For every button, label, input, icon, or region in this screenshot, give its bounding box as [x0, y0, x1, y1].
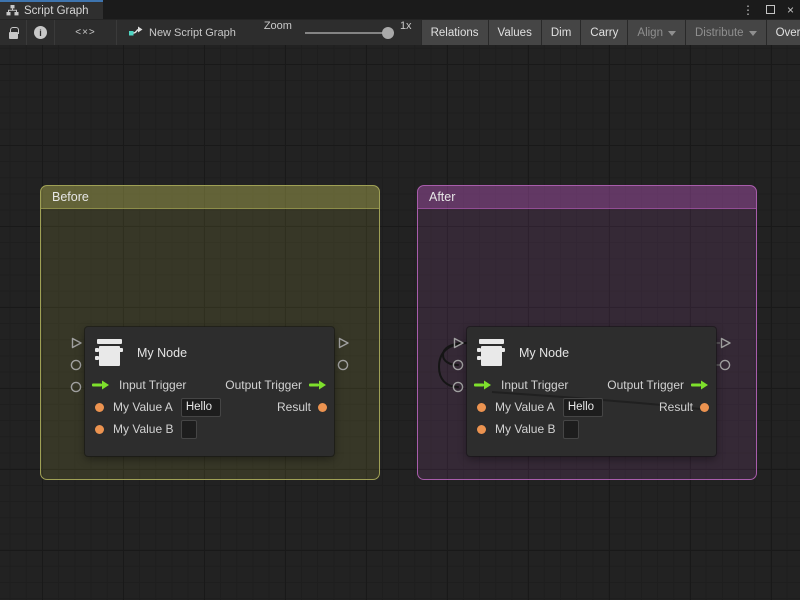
- value-a-label: My Value A: [113, 400, 173, 414]
- external-trigger-port[interactable]: [451, 336, 465, 350]
- info-icon: i: [34, 26, 47, 39]
- toolbar-buttons: Relations Values Dim Carry Align Distrib…: [421, 20, 800, 45]
- input-trigger-label: Input Trigger: [501, 378, 568, 392]
- value-b-port-icon[interactable]: [95, 425, 104, 434]
- align-button[interactable]: Align: [627, 20, 685, 45]
- lock-button[interactable]: [0, 20, 27, 45]
- zoom-label: Zoom: [264, 20, 292, 45]
- external-trigger-port[interactable]: [69, 336, 83, 350]
- port-row: My Value B: [85, 418, 334, 440]
- relations-label: Relations: [431, 27, 479, 39]
- window-controls: ⋮ ×: [742, 0, 794, 19]
- group-after-title: After: [429, 190, 455, 204]
- info-button[interactable]: i: [27, 20, 55, 45]
- group-before-header[interactable]: Before: [41, 186, 379, 209]
- code-view-button[interactable]: <×>: [55, 20, 117, 45]
- result-label: Result: [659, 400, 693, 414]
- port-row: My Value B: [467, 418, 716, 440]
- port-row: My Value A Result: [467, 396, 716, 418]
- chevron-down-icon: [668, 31, 676, 36]
- zoom-slider-handle[interactable]: [382, 27, 394, 39]
- node-rows: Input Trigger Output Trigger My Value A …: [467, 374, 716, 440]
- external-value-port[interactable]: [451, 358, 465, 372]
- external-value-port[interactable]: [336, 358, 350, 372]
- value-a-input[interactable]: [181, 398, 221, 417]
- port-row: My Value A Result: [85, 396, 334, 418]
- result-port-icon[interactable]: [700, 403, 709, 412]
- script-graph-window: Script Graph ⋮ × i <×> New Script Graph …: [0, 0, 800, 600]
- external-trigger-port[interactable]: [336, 336, 350, 350]
- node-title: My Node: [519, 346, 569, 360]
- close-icon[interactable]: ×: [787, 4, 794, 16]
- node-title: My Node: [137, 346, 187, 360]
- chevron-down-icon: [749, 31, 757, 36]
- maximize-icon[interactable]: [766, 5, 775, 14]
- result-label: Result: [277, 400, 311, 414]
- node-header: My Node: [85, 327, 334, 374]
- output-trigger-port-icon[interactable]: [691, 380, 709, 390]
- group-after-header[interactable]: After: [418, 186, 756, 209]
- external-value-port[interactable]: [451, 380, 465, 394]
- node-my-node[interactable]: My Node Input Trigger Output Trigger: [85, 327, 334, 456]
- result-port-icon[interactable]: [318, 403, 327, 412]
- node-my-node[interactable]: My Node Input Trigger Output Trigger: [467, 327, 716, 456]
- node-header: My Node: [467, 327, 716, 374]
- code-icon: <×>: [75, 27, 96, 38]
- port-row: Input Trigger Output Trigger: [85, 374, 334, 396]
- port-row: Input Trigger Output Trigger: [467, 374, 716, 396]
- output-trigger-label: Output Trigger: [607, 378, 684, 392]
- new-script-graph-button[interactable]: New Script Graph: [129, 20, 236, 45]
- overview-label: Overview: [776, 27, 800, 39]
- distribute-button[interactable]: Distribute: [685, 20, 766, 45]
- external-value-port[interactable]: [718, 358, 732, 372]
- external-trigger-port[interactable]: [718, 336, 732, 350]
- output-trigger-label: Output Trigger: [225, 378, 302, 392]
- group-before-title: Before: [52, 190, 89, 204]
- external-value-port[interactable]: [69, 380, 83, 394]
- input-trigger-port-icon[interactable]: [474, 380, 492, 390]
- align-label: Align: [637, 27, 663, 39]
- value-b-port-icon[interactable]: [477, 425, 486, 434]
- overview-button[interactable]: Overview: [766, 20, 800, 45]
- tab-label: Script Graph: [24, 5, 89, 17]
- node-rows: Input Trigger Output Trigger My Value A …: [85, 374, 334, 440]
- value-b-input[interactable]: [563, 420, 579, 439]
- lock-icon: [9, 32, 18, 39]
- output-trigger-port-icon[interactable]: [309, 380, 327, 390]
- unit-icon: [94, 339, 124, 366]
- value-a-label: My Value A: [495, 400, 555, 414]
- value-a-port-icon[interactable]: [477, 403, 486, 412]
- input-trigger-port-icon[interactable]: [92, 380, 110, 390]
- unit-icon: [476, 339, 506, 366]
- relations-button[interactable]: Relations: [421, 20, 488, 45]
- tab-bar: Script Graph ⋮ ×: [0, 0, 800, 19]
- values-button[interactable]: Values: [488, 20, 541, 45]
- dim-label: Dim: [551, 27, 571, 39]
- value-a-input[interactable]: [563, 398, 603, 417]
- zoom-value: 1x: [400, 20, 412, 45]
- graph-edit-icon: [129, 26, 143, 39]
- graph-hierarchy-icon: [6, 5, 19, 16]
- graph-toolbar: i <×> New Script Graph Zoom 1x Relations…: [0, 19, 800, 45]
- values-label: Values: [498, 27, 532, 39]
- external-value-port[interactable]: [69, 358, 83, 372]
- value-b-label: My Value B: [113, 422, 173, 436]
- distribute-label: Distribute: [695, 27, 744, 39]
- value-b-input[interactable]: [181, 420, 197, 439]
- graph-canvas[interactable]: Before After: [0, 45, 800, 600]
- zoom-slider[interactable]: [305, 32, 390, 34]
- input-trigger-label: Input Trigger: [119, 378, 186, 392]
- tab-script-graph[interactable]: Script Graph: [0, 0, 103, 19]
- carry-label: Carry: [590, 27, 618, 39]
- value-a-port-icon[interactable]: [95, 403, 104, 412]
- more-options-icon[interactable]: ⋮: [742, 4, 754, 16]
- carry-button[interactable]: Carry: [580, 20, 627, 45]
- dim-button[interactable]: Dim: [541, 20, 580, 45]
- new-script-graph-label: New Script Graph: [149, 27, 236, 39]
- value-b-label: My Value B: [495, 422, 555, 436]
